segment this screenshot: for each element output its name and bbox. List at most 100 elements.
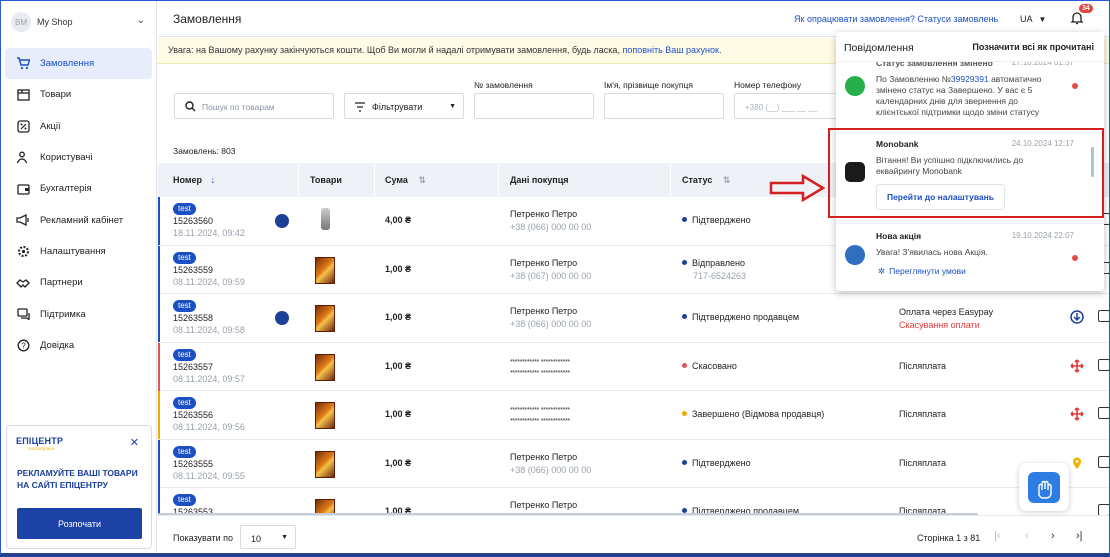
last-page-icon[interactable]: ›| (1076, 530, 1083, 542)
sidebar-item-label: Рекламний кабінет (40, 214, 124, 226)
cart-icon (15, 57, 31, 71)
arrow-right-icon (769, 174, 825, 202)
table-row[interactable]: test 15263558 08.11.2024, 09:58 1,00 ₴ Петре… (158, 294, 1109, 343)
column-buyer: Дані покупця (510, 175, 569, 185)
per-page-select[interactable]: 10 ▼ (240, 525, 296, 549)
shop-name: My Shop (37, 17, 73, 27)
product-thumbnail[interactable] (315, 305, 335, 332)
product-thumbnail[interactable] (315, 402, 335, 429)
sidebar-item-help[interactable]: ? Довідка (5, 330, 152, 361)
order-status: Підтверджено продавцем (682, 312, 799, 322)
payment-method: Післяплата (899, 360, 947, 371)
sidebar-item-support[interactable]: Підтримка (5, 298, 152, 329)
users-icon (15, 151, 31, 165)
status-dot (682, 459, 687, 465)
status-dot (682, 259, 687, 265)
order-number[interactable]: 15263558 (173, 313, 213, 323)
order-sum: 1,00 ₴ (385, 360, 412, 371)
column-number[interactable]: Номер ↓ (173, 175, 215, 185)
prev-page-icon[interactable]: ‹ (1025, 530, 1029, 542)
edit-icon[interactable] (1098, 358, 1109, 371)
first-page-icon[interactable]: |‹ (994, 530, 1001, 542)
order-status: Завершено (Відмова продавця) (682, 409, 824, 419)
buyer-masked: ************ ************ ************ **… (510, 358, 570, 377)
view-order-icon[interactable] (275, 311, 289, 325)
order-number[interactable]: 15263556 (173, 410, 213, 420)
table-row[interactable]: test 15263557 08.11.2024, 09:57 1,00 ₴ *****… (158, 342, 1109, 391)
location-pin-icon[interactable] (1070, 456, 1084, 470)
view-terms-link[interactable]: ✲ Переглянути умови (878, 266, 966, 277)
column-sum[interactable]: Сума ⇅ (385, 175, 426, 186)
chat-widget-button[interactable] (1019, 463, 1069, 511)
buyer-name-input[interactable] (604, 93, 724, 119)
order-number-input[interactable] (474, 93, 594, 119)
row-status-stripe (158, 294, 160, 342)
column-status[interactable]: Статус ⇅ (682, 175, 730, 186)
status-dot (682, 217, 687, 223)
edit-icon[interactable] (1098, 504, 1109, 515)
bell-icon[interactable] (1070, 11, 1084, 25)
mark-all-read-button[interactable]: Позначити всі як прочитані (972, 42, 1094, 52)
notification-count-badge: 34 (1079, 4, 1093, 13)
sidebar-item-promotions[interactable]: Акції (5, 111, 152, 142)
how-to-process-link[interactable]: Як опрацювати замовлення? (794, 14, 915, 24)
sidebar-item-orders[interactable]: Замовлення (5, 48, 152, 80)
sidebar-nav: Замовлення Товари Акції Користувачі Бухг… (5, 48, 152, 361)
download-icon[interactable] (1070, 310, 1084, 324)
view-order-icon[interactable] (275, 214, 289, 228)
order-statuses-link[interactable]: Статуси замовлень (917, 14, 998, 24)
close-icon[interactable]: ✕ (130, 436, 139, 449)
sidebar-item-label: Акції (40, 120, 61, 132)
wallet-icon (15, 182, 31, 196)
order-link[interactable]: 39929391 (951, 74, 989, 84)
order-number-label: № замовлення (474, 80, 533, 90)
top-up-link[interactable]: поповніть Ваш рахунок (622, 45, 718, 55)
next-page-icon[interactable]: › (1051, 530, 1055, 542)
start-button[interactable]: Розпочати (17, 508, 142, 539)
buyer-name: Петренко Петро (510, 209, 578, 219)
sidebar-item-settings[interactable]: Налаштування (5, 236, 152, 267)
move-icon[interactable] (1070, 407, 1084, 421)
shop-switcher[interactable]: ВМ My Shop ⌄ (11, 11, 151, 33)
edit-icon[interactable] (1098, 310, 1109, 322)
filter-icon (355, 102, 365, 112)
product-thumbnail[interactable] (321, 208, 330, 230)
filter-button[interactable]: Фільтрувати ▼ (344, 93, 464, 119)
sidebar-item-goods[interactable]: Товари (5, 79, 152, 110)
order-number[interactable]: 15263557 (173, 362, 213, 372)
percent-icon (15, 119, 31, 133)
edit-icon[interactable] (1098, 455, 1109, 468)
order-date: 08.11.2024, 09:55 (173, 470, 245, 481)
phone-input[interactable]: +380 (__) ___ __ __ (734, 93, 844, 119)
promo-banner: ЕПІЦЕНТР marketplace ✕ РЕКЛАМУЙТЕ ВАШІ ТО… (6, 425, 152, 549)
sidebar-item-accounting[interactable]: Бухгалтерія (5, 173, 152, 204)
product-thumbnail[interactable] (315, 353, 335, 381)
sidebar-item-ads[interactable]: Рекламний кабінет (5, 204, 152, 235)
unread-dot (1072, 255, 1078, 261)
tracking-number: 717-6524263 (693, 270, 747, 281)
table-row[interactable]: test 15263556 08.11.2024, 09:56 1,00 ₴ *****… (158, 391, 1109, 440)
product-thumbnail[interactable] (315, 256, 335, 284)
caret-down-icon: ▼ (281, 534, 288, 541)
table-row[interactable]: test 15263553 1,00 ₴ Петренко Петро Підтверд… (158, 488, 1109, 515)
product-thumbnail[interactable] (315, 450, 335, 478)
order-date: 08.11.2024, 09:56 (173, 422, 245, 432)
buyer-name: Петренко Петро (510, 306, 578, 316)
move-icon[interactable] (1070, 358, 1084, 373)
buyer-phone: +38 (066) 000 00 00 (510, 464, 592, 475)
order-number[interactable]: 15263560 (173, 216, 213, 226)
order-number[interactable]: 15263555 (173, 459, 213, 469)
sidebar-item-users[interactable]: Користувачі (5, 142, 152, 173)
edit-icon[interactable] (1098, 407, 1109, 419)
sidebar-item-label: Підтримка (40, 308, 86, 320)
test-tag: test (173, 251, 196, 264)
search-input[interactable]: Пошук по товарам (174, 93, 334, 119)
sidebar-item-partners[interactable]: Партнери (5, 267, 152, 298)
sort-down-icon: ↓ (210, 175, 216, 185)
page-title: Замовлення (173, 12, 242, 26)
language-select[interactable]: UA ▼ (1020, 14, 1046, 24)
order-number[interactable]: 15263559 (173, 265, 213, 275)
table-row[interactable]: test 15263555 08.11.2024, 09:55 1,00 ₴ Петре… (158, 439, 1109, 488)
order-status: Скасовано (682, 361, 737, 371)
buyer-name: Петренко Петро (510, 500, 578, 510)
